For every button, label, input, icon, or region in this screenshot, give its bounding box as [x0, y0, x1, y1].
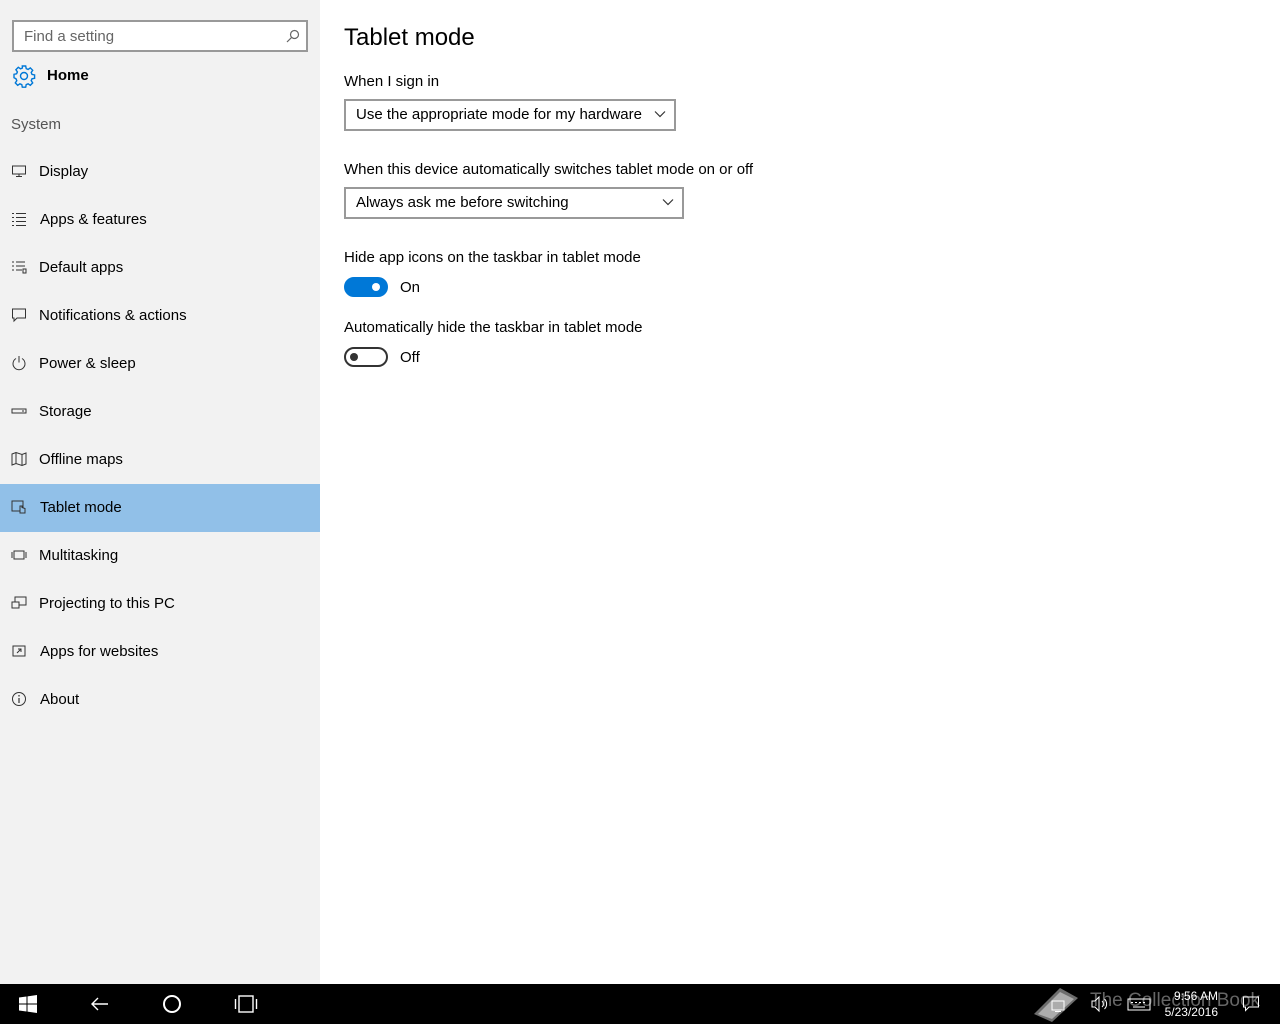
sidebar-item-default-apps[interactable]: Default apps	[0, 244, 320, 292]
chevron-down-icon	[654, 111, 666, 118]
clock[interactable]: 9:56 AM 5/23/2016	[1165, 988, 1218, 1020]
sidebar-item-storage[interactable]: Storage	[0, 388, 320, 436]
sidebar-item-tablet-mode[interactable]: Tablet mode	[0, 484, 320, 532]
storage-icon	[11, 408, 27, 414]
windows-icon	[19, 995, 37, 1013]
list-icon	[12, 213, 26, 226]
sidebar-item-apps-websites[interactable]: Apps for websites	[0, 628, 320, 676]
info-icon	[12, 692, 26, 706]
sidebar-item-label: Default apps	[39, 259, 124, 276]
sidebar-item-multitasking[interactable]: Multitasking	[0, 532, 320, 580]
back-button[interactable]	[76, 984, 124, 1024]
power-icon	[12, 356, 26, 371]
hide-taskbar-label: Automatically hide the taskbar in tablet…	[344, 319, 643, 336]
display-icon	[12, 165, 26, 177]
hide-icons-toggle[interactable]	[344, 277, 388, 297]
sidebar-item-label: Power & sleep	[39, 355, 136, 372]
task-view-icon	[234, 995, 258, 1013]
start-button[interactable]	[4, 984, 52, 1024]
apps-websites-icon	[12, 645, 26, 657]
action-center-icon[interactable]	[1242, 995, 1260, 1013]
network-icon[interactable]	[1050, 995, 1068, 1013]
map-icon	[11, 451, 27, 467]
search-input[interactable]	[14, 22, 274, 50]
section-label: System	[11, 116, 62, 133]
projecting-icon	[11, 596, 27, 609]
cortana-button[interactable]	[148, 984, 196, 1024]
sidebar-item-apps-features[interactable]: Apps & features	[0, 196, 320, 244]
home-link[interactable]: Home	[0, 58, 320, 96]
toggle-knob	[372, 283, 380, 291]
sign-in-selected: Use the appropriate mode for my hardware	[356, 106, 642, 123]
sidebar-item-display[interactable]: Display	[0, 148, 320, 196]
task-view-button[interactable]	[220, 984, 268, 1024]
home-label: Home	[47, 67, 89, 84]
back-arrow-icon	[91, 997, 108, 1011]
keyboard-icon[interactable]	[1127, 995, 1151, 1013]
taskbar: The Collection Book 9:56 AM 5/23/2016	[0, 984, 1280, 1024]
toggle-knob	[350, 353, 358, 361]
sidebar-item-label: Offline maps	[39, 451, 123, 468]
sidebar-item-notifications[interactable]: Notifications & actions	[0, 292, 320, 340]
sidebar-item-label: Multitasking	[39, 547, 119, 564]
sidebar-item-label: Apps & features	[40, 211, 147, 228]
hide-taskbar-toggle[interactable]	[344, 347, 388, 367]
sign-in-label: When I sign in	[344, 73, 440, 90]
sidebar-item-offline-maps[interactable]: Offline maps	[0, 436, 320, 484]
sidebar-item-label: Apps for websites	[40, 643, 159, 660]
search-icon[interactable]	[286, 29, 300, 43]
sidebar: Home System Display Apps & features	[0, 0, 320, 984]
page-title: Tablet mode	[344, 24, 475, 51]
sidebar-item-label: About	[40, 691, 80, 708]
sidebar-item-projecting[interactable]: Projecting to this PC	[0, 580, 320, 628]
clock-date: 5/23/2016	[1164, 1005, 1218, 1019]
sidebar-item-label: Display	[39, 163, 89, 180]
default-apps-icon	[12, 261, 27, 274]
cortana-circle-icon	[163, 995, 181, 1013]
auto-switch-label: When this device automatically switches …	[344, 161, 754, 178]
main-content: Tablet mode When I sign in Use the appro…	[320, 0, 1280, 984]
notification-icon	[12, 308, 26, 323]
search-box[interactable]	[12, 20, 308, 52]
auto-switch-dropdown[interactable]: Always ask me before switching	[344, 187, 684, 219]
sign-in-dropdown[interactable]: Use the appropriate mode for my hardware	[344, 99, 676, 131]
sidebar-item-label: Tablet mode	[40, 499, 122, 516]
sidebar-item-label: Storage	[39, 403, 92, 420]
hide-icons-state: On	[400, 279, 421, 296]
sidebar-item-label: Notifications & actions	[39, 307, 187, 324]
tablet-mode-icon	[11, 500, 26, 514]
volume-icon[interactable]	[1090, 995, 1110, 1013]
hide-icons-label: Hide app icons on the taskbar in tablet …	[344, 249, 641, 266]
gear-icon	[13, 65, 36, 88]
chevron-down-icon	[662, 199, 674, 206]
hide-taskbar-state: Off	[400, 349, 420, 366]
sidebar-item-label: Projecting to this PC	[39, 595, 175, 612]
sidebar-item-power-sleep[interactable]: Power & sleep	[0, 340, 320, 388]
sidebar-item-about[interactable]: About	[0, 676, 320, 724]
multitasking-icon	[11, 550, 27, 560]
clock-time: 9:56 AM	[1173, 989, 1218, 1003]
auto-switch-selected: Always ask me before switching	[356, 194, 569, 211]
